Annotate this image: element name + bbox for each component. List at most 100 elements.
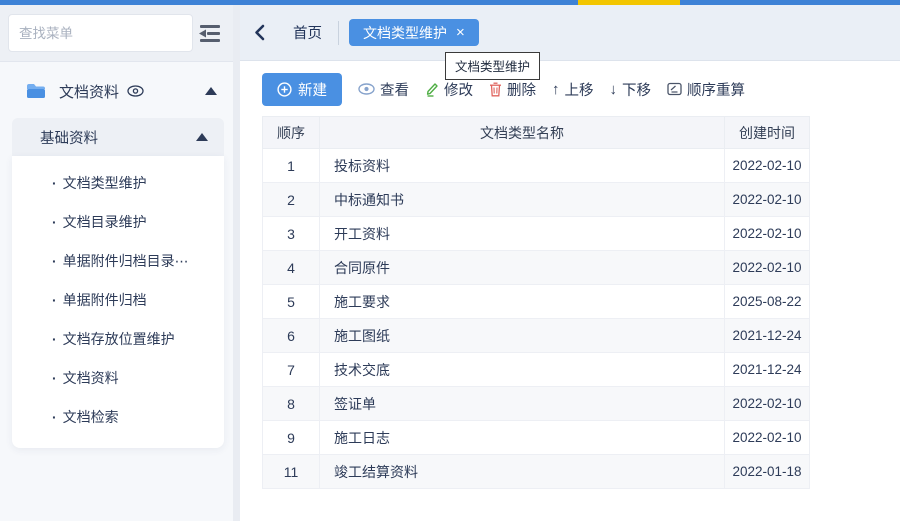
eye-icon	[127, 85, 144, 97]
cell-order: 7	[263, 353, 320, 387]
new-button[interactable]: 新建	[262, 73, 342, 106]
delete-button-label: 删除	[507, 79, 536, 100]
table-row[interactable]: 9施工日志2022-02-10	[263, 421, 810, 455]
cell-name: 施工日志	[320, 421, 725, 455]
cell-name: 中标通知书	[320, 183, 725, 217]
cell-date: 2022-02-10	[725, 251, 810, 285]
sidebar-submenu-card: ·文档类型维护·文档目录维护·单据附件归档目录⋯·单据附件归档·文档存放位置维护…	[12, 156, 224, 448]
cell-name: 施工图纸	[320, 319, 725, 353]
cell-date: 2022-02-10	[725, 217, 810, 251]
pencil-icon	[425, 82, 439, 97]
sidebar-item-document-data-root[interactable]: 文档资料	[0, 74, 233, 108]
tab-tooltip: 文档类型维护	[445, 52, 540, 80]
sidebar-search-row	[0, 5, 233, 62]
table-row[interactable]: 11竣工结算资料2022-01-18	[263, 455, 810, 489]
trash-icon	[489, 82, 502, 97]
cell-date: 2022-01-18	[725, 455, 810, 489]
bullet-icon: ·	[52, 331, 57, 347]
plus-circle-icon	[277, 82, 292, 97]
breadcrumb-home[interactable]: 首页	[293, 22, 322, 43]
move-down-button[interactable]: ↓ 下移	[610, 79, 652, 100]
bullet-icon: ·	[52, 292, 57, 308]
cell-name: 开工资料	[320, 217, 725, 251]
sidebar-item[interactable]: · 文档检索	[12, 397, 224, 436]
cell-order: 11	[263, 455, 320, 489]
sidebar-menu: 文档资料 基础资料 ·文档类型维护·文档目录维护·单据附件归档目录⋯·单据附件归…	[0, 62, 233, 521]
cell-order: 9	[263, 421, 320, 455]
table-row[interactable]: 4合同原件2022-02-10	[263, 251, 810, 285]
eye-icon	[358, 83, 375, 95]
sidebar-item-label: 文档存放位置维护	[63, 329, 175, 349]
table-row[interactable]: 5施工要求2025-08-22	[263, 285, 810, 319]
sidebar-collapse-button[interactable]	[193, 19, 227, 47]
bullet-icon: ·	[52, 409, 57, 425]
view-button-label: 查看	[380, 79, 409, 100]
sidebar-item[interactable]: · 单据附件归档目录⋯	[12, 241, 224, 280]
cell-order: 4	[263, 251, 320, 285]
sidebar-item[interactable]: · 文档资料	[12, 358, 224, 397]
column-header-created: 创建时间	[725, 117, 810, 149]
recalculate-order-button[interactable]: 顺序重算	[667, 79, 745, 100]
folder-icon	[26, 83, 46, 99]
tab-document-type-maintenance[interactable]: 文档类型维护 ×	[349, 19, 479, 46]
cell-name: 竣工结算资料	[320, 455, 725, 489]
sidebar-item-label: 文档目录维护	[63, 212, 147, 232]
cell-order: 5	[263, 285, 320, 319]
table-row[interactable]: 6施工图纸2021-12-24	[263, 319, 810, 353]
cell-date: 2022-02-10	[725, 421, 810, 455]
recalculate-button-label: 顺序重算	[687, 79, 745, 100]
sidebar-item[interactable]: · 文档存放位置维护	[12, 319, 224, 358]
table-row[interactable]: 1投标资料2022-02-10	[263, 149, 810, 183]
toolbar: 新建 查看	[262, 72, 900, 106]
sidebar-item[interactable]: ·文档目录维护	[12, 202, 224, 241]
move-up-button-label: 上移	[565, 79, 594, 100]
table-row[interactable]: 7技术交底2021-12-24	[263, 353, 810, 387]
sidebar: 文档资料 基础资料 ·文档类型维护·文档目录维护·单据附件归档目录⋯·单据附件归…	[0, 5, 233, 521]
sidebar-item[interactable]: · 单据附件归档	[12, 280, 224, 319]
sidebar-item-label: 文档检索	[63, 407, 119, 427]
collapse-arrow-icon[interactable]	[196, 133, 208, 141]
table-header-row: 顺序 文档类型名称 创建时间	[263, 117, 810, 149]
table-row[interactable]: 3开工资料2022-02-10	[263, 217, 810, 251]
cell-date: 2022-02-10	[725, 183, 810, 217]
view-button[interactable]: 查看	[358, 79, 409, 100]
collapse-menu-icon	[197, 23, 223, 43]
document-type-table: 顺序 文档类型名称 创建时间 1投标资料2022-02-102中标通知书2022…	[262, 116, 810, 489]
tab-label: 文档类型维护	[363, 23, 447, 43]
back-chevron-icon[interactable]	[254, 24, 265, 41]
tab-bar: 首页 文档类型维护 ×	[240, 5, 900, 61]
cell-name: 签证单	[320, 387, 725, 421]
table-row[interactable]: 8签证单2022-02-10	[263, 387, 810, 421]
new-button-label: 新建	[298, 79, 327, 100]
table-row[interactable]: 2中标通知书2022-02-10	[263, 183, 810, 217]
move-up-button[interactable]: ↑ 上移	[552, 79, 594, 100]
collapse-arrow-icon[interactable]	[205, 87, 217, 95]
main-area: 首页 文档类型维护 × 文档类型维护 新建	[240, 5, 900, 521]
sidebar-group-header[interactable]: 基础资料	[12, 118, 224, 156]
sidebar-item-label: 文档资料	[63, 368, 119, 388]
arrow-up-icon: ↑	[552, 81, 560, 98]
arrow-down-icon: ↓	[610, 81, 618, 98]
sidebar-item-label: 文档类型维护	[63, 173, 147, 193]
column-header-order: 顺序	[263, 117, 320, 149]
sidebar-item[interactable]: · 文档类型维护	[12, 163, 224, 202]
sidebar-item-label: 单据附件归档	[63, 290, 147, 310]
cell-date: 2021-12-24	[725, 353, 810, 387]
search-input[interactable]	[8, 14, 193, 52]
cell-date: 2021-12-24	[725, 319, 810, 353]
tab-divider	[338, 21, 339, 45]
bullet-icon: ·	[52, 253, 57, 269]
sidebar-group-basic-data: 基础资料 ·文档类型维护·文档目录维护·单据附件归档目录⋯·单据附件归档·文档存…	[12, 118, 224, 448]
app-window: 文档资料 基础资料 ·文档类型维护·文档目录维护·单据附件归档目录⋯·单据附件归…	[0, 5, 900, 521]
sidebar-item-label: 单据附件归档目录⋯	[63, 251, 189, 271]
delete-button[interactable]: 删除	[489, 79, 536, 100]
tab-close-icon[interactable]: ×	[456, 25, 465, 40]
edit-button[interactable]: 修改	[425, 79, 473, 100]
cell-date: 2025-08-22	[725, 285, 810, 319]
sidebar-main-divider	[233, 5, 240, 521]
bullet-icon: ·	[52, 370, 57, 386]
bullet-icon: ·	[52, 175, 57, 191]
cell-order: 1	[263, 149, 320, 183]
cell-order: 3	[263, 217, 320, 251]
cell-name: 合同原件	[320, 251, 725, 285]
